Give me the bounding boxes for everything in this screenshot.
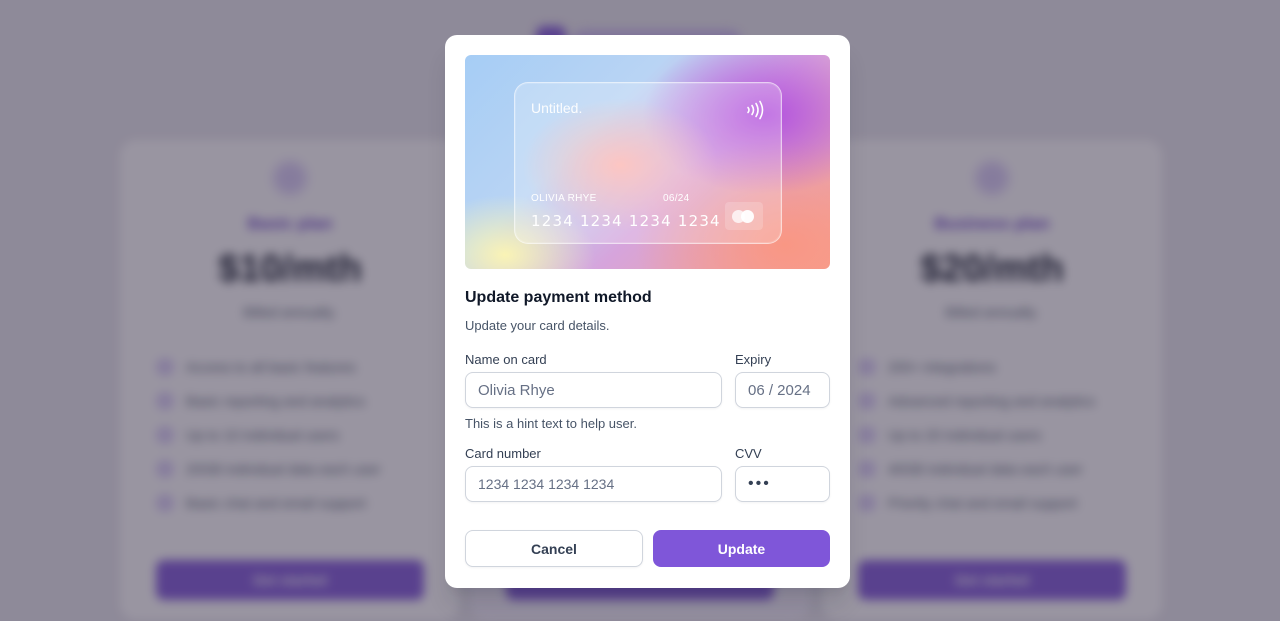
card-expiry: 06/24 (663, 193, 690, 204)
name-on-card-label: Name on card (465, 352, 547, 367)
card-holder-name: OLIVIA RHYE (531, 193, 597, 204)
cvv-input[interactable]: ••• (735, 466, 830, 502)
update-payment-modal: Untitled. OLIVIA RHYE 06/24 1234 1234 12… (445, 35, 850, 588)
card-number-input[interactable]: 1234 1234 1234 1234 (465, 466, 722, 502)
cancel-button[interactable]: Cancel (465, 530, 643, 567)
card-brand: Untitled. (531, 100, 583, 116)
cvv-label: CVV (735, 446, 762, 461)
name-hint-text: This is a hint text to help user. (465, 416, 637, 431)
card-preview-hero: Untitled. OLIVIA RHYE 06/24 1234 1234 12… (465, 55, 830, 269)
update-button[interactable]: Update (653, 530, 830, 567)
credit-card-preview: Untitled. OLIVIA RHYE 06/24 1234 1234 12… (514, 82, 782, 244)
card-number: 1234 1234 1234 1234 (531, 212, 721, 230)
modal-title: Update payment method (465, 289, 652, 306)
mastercard-icon (725, 202, 763, 230)
name-on-card-input[interactable]: Olivia Rhye (465, 372, 722, 408)
modal-subtitle: Update your card details. (465, 318, 610, 333)
expiry-input[interactable]: 06 / 2024 (735, 372, 830, 408)
expiry-label: Expiry (735, 352, 772, 367)
contactless-icon (747, 100, 764, 120)
card-number-label: Card number (465, 446, 541, 461)
